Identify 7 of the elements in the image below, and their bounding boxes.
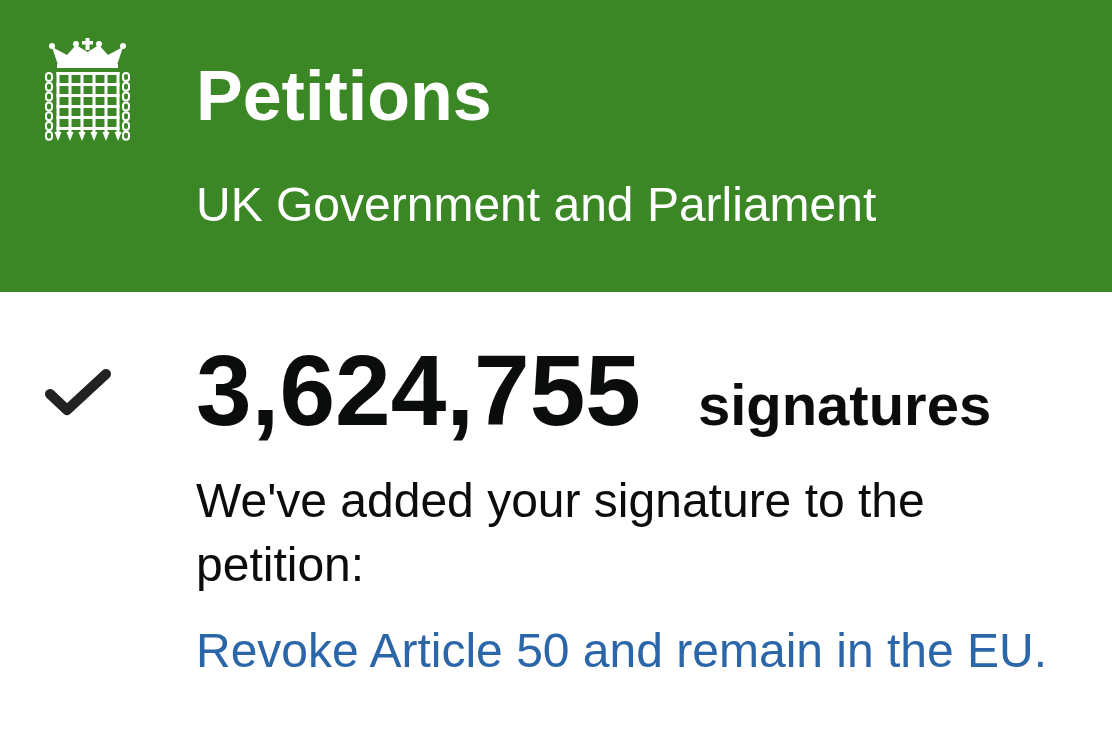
site-title: Petitions — [196, 61, 493, 131]
confirmation-message: We've added your signature to the petition: — [196, 473, 926, 593]
portcullis-icon — [45, 38, 130, 142]
site-subtitle: UK Government and Parliament — [196, 181, 877, 229]
signature-count: 3,624,755 — [196, 340, 641, 440]
check-icon — [45, 368, 111, 416]
petition-link[interactable]: Revoke Article 50 and remain in the EU. — [196, 619, 1048, 683]
